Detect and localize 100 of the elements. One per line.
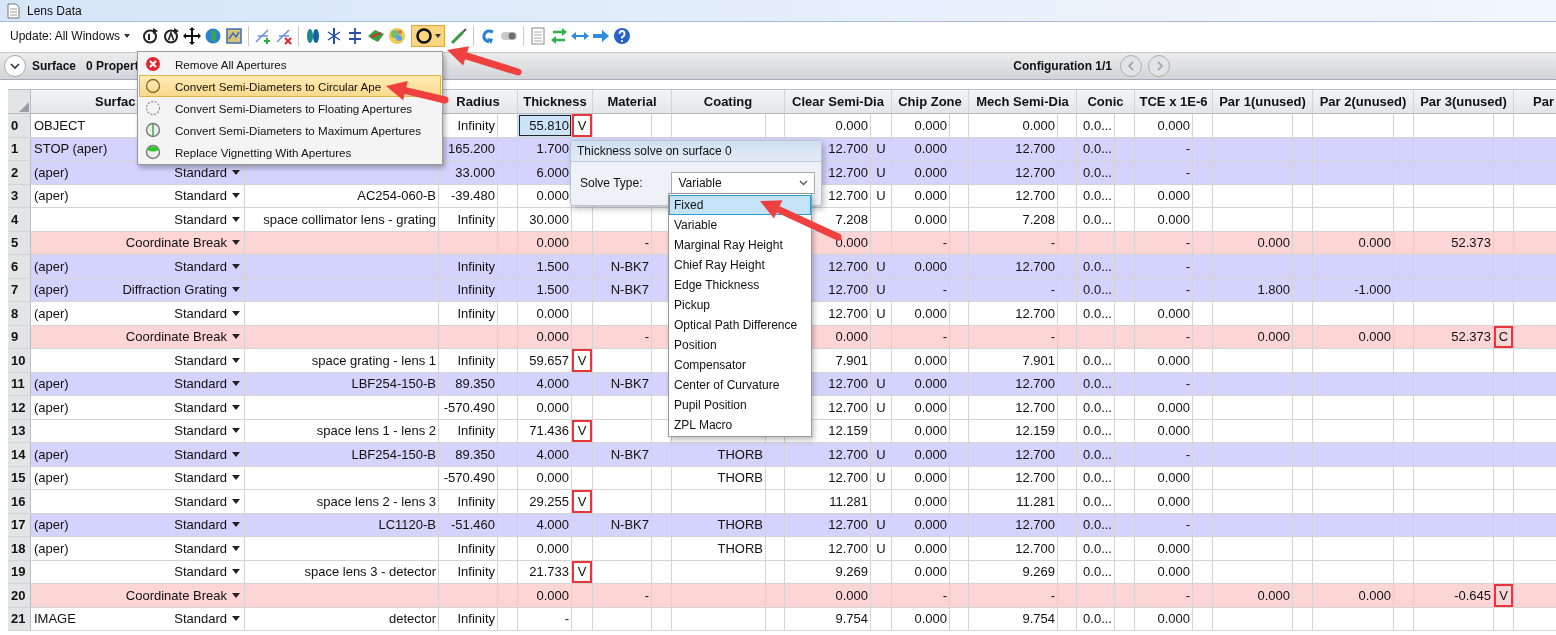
table-cell: Infinity <box>439 560 498 583</box>
configuration-label: Configuration 1/1 <box>1013 59 1112 73</box>
spot-diagram-icon[interactable] <box>388 27 407 45</box>
dashed-circle-icon <box>145 100 161 116</box>
surface-type-dropdown[interactable]: Standard <box>174 399 240 415</box>
column-header[interactable]: Par 1(unused) <box>1219 94 1306 109</box>
surface-type-dropdown[interactable]: Standard <box>174 423 240 439</box>
wand-icon[interactable] <box>450 27 469 45</box>
row-number: 13 <box>8 419 31 442</box>
solve-flag[interactable]: U <box>871 184 891 207</box>
column-header[interactable]: Coating <box>703 94 753 109</box>
surface-type-dropdown[interactable]: Coordinate Break <box>125 235 240 251</box>
help-icon[interactable] <box>613 27 632 45</box>
column-header[interactable]: Material <box>607 94 657 109</box>
surface-plot-icon[interactable] <box>367 27 386 45</box>
table-cell: LBF254-150-B <box>245 443 439 466</box>
table-cell: 1.500 <box>518 278 572 301</box>
solve-flag[interactable]: U <box>871 513 891 536</box>
column-header[interactable]: Clear Semi-Dia <box>792 94 884 109</box>
surface-type-dropdown[interactable]: Standard <box>174 188 240 204</box>
surface-type-dropdown[interactable]: Standard <box>174 211 240 227</box>
surface-label: (aper) <box>34 258 69 274</box>
table-cell: space collimator lens - grating <box>245 208 439 231</box>
surface-type-dropdown[interactable]: Standard <box>174 493 240 509</box>
column-header[interactable]: Chip Zone <box>898 94 962 109</box>
row-number: 21 <box>8 607 31 630</box>
table-cell: 29.255 <box>518 490 572 513</box>
column-header[interactable]: Thickness <box>523 94 587 109</box>
surface-type-dropdown[interactable]: Standard <box>174 376 240 392</box>
surface-type-dropdown[interactable]: Coordinate Break <box>125 329 240 345</box>
table-cell: 0.000 <box>518 537 572 560</box>
table-cell: Infinity <box>439 607 498 630</box>
caret-icon <box>232 216 240 222</box>
table-cell: N-BK7 <box>593 443 652 466</box>
surface-type-dropdown[interactable]: Standard <box>174 352 240 368</box>
table-cell: N-BK7 <box>593 255 652 278</box>
column-header[interactable]: Par 2(unused) <box>1319 94 1407 109</box>
table-cell: -0.645 <box>1414 584 1494 607</box>
solve-flag[interactable]: V <box>1494 584 1513 607</box>
column-header[interactable]: Mech Semi-Dia <box>976 94 1069 109</box>
column-header[interactable]: Par 3(unused) <box>1420 94 1507 109</box>
right-arrow-icon[interactable] <box>592 27 611 45</box>
solve-flag[interactable]: U <box>871 137 891 160</box>
table-cell: 12.700 <box>969 537 1058 560</box>
table-cell: 52.373 <box>1414 231 1494 254</box>
surface-type-dropdown[interactable]: Standard <box>174 540 240 556</box>
solve-flag[interactable]: V <box>572 490 592 513</box>
column-header[interactable]: Par <box>1533 94 1554 109</box>
dropdown-option[interactable]: Fixed <box>669 195 811 215</box>
column-header[interactable]: Radius <box>456 94 500 109</box>
delete-line-icon[interactable] <box>275 27 294 45</box>
collapse-button[interactable] <box>4 55 26 77</box>
row-number: 11 <box>8 372 31 395</box>
swap-arrows-icon[interactable] <box>550 27 569 45</box>
solve-flag[interactable]: U <box>871 443 891 466</box>
table-cell: 12.700 <box>969 302 1058 325</box>
chevron-down-icon <box>10 62 20 70</box>
solve-flag[interactable]: U <box>871 161 891 184</box>
move-icon[interactable] <box>183 27 202 45</box>
aperture-button[interactable] <box>411 25 446 47</box>
surface-type-dropdown[interactable]: Standard <box>174 470 240 486</box>
column-header[interactable]: Surfac <box>95 94 136 109</box>
menu-item[interactable]: Convert Semi-Diameters to Maximum Apertures <box>139 119 441 141</box>
solve-flag[interactable]: U <box>871 466 891 489</box>
menu-item[interactable]: Replace Vignetting With Apertures <box>139 141 441 163</box>
table-cell: 0.000 <box>518 584 572 607</box>
solve-flag[interactable]: U <box>871 302 891 325</box>
map-icon[interactable] <box>225 27 244 45</box>
table-cell: -51.460 <box>439 513 498 536</box>
surface-type-dropdown[interactable]: Standard <box>174 305 240 321</box>
surface-type-dropdown[interactable]: Diffraction Grating <box>122 282 240 298</box>
surface-type-dropdown[interactable]: Standard <box>174 517 240 533</box>
table-cell: 12.700 <box>785 443 871 466</box>
solve-flag[interactable]: U <box>871 278 891 301</box>
surface-type-dropdown[interactable]: Standard <box>174 611 240 627</box>
surface-type-dropdown[interactable]: Coordinate Break <box>125 587 240 603</box>
table-cell: 0.0... <box>1077 208 1115 231</box>
globe-icon[interactable] <box>204 27 223 45</box>
surface-type-dropdown[interactable]: Standard <box>174 446 240 462</box>
surface-type-dropdown[interactable]: Standard <box>174 564 240 580</box>
chevron-left-icon <box>1127 61 1135 71</box>
menu-item[interactable]: Convert Semi-Diameters to Circular Ape <box>139 75 441 97</box>
solve-flag[interactable]: U <box>871 372 891 395</box>
solve-flag[interactable]: U <box>871 537 891 560</box>
menu-item[interactable]: Convert Semi-Diameters to Floating Apertures <box>139 97 441 119</box>
solve-flag[interactable]: V <box>572 114 592 137</box>
update-dropdown[interactable]: Update: All Windows <box>10 29 135 43</box>
surface-type-dropdown[interactable]: Standard <box>174 258 240 274</box>
surface-label: (aper) <box>34 446 69 462</box>
column-header[interactable]: TCE x 1E-6 <box>1139 94 1208 109</box>
table-cell: 0.000 <box>892 513 950 536</box>
add-line-icon[interactable] <box>254 27 273 45</box>
table-cell: 0.000 <box>892 208 950 231</box>
solve-flag[interactable]: U <box>871 396 891 419</box>
column-header[interactable]: Conic <box>1087 94 1124 109</box>
solve-type-select[interactable]: Variable <box>671 172 816 194</box>
table-cell: 0.000 <box>518 466 572 489</box>
solve-flag[interactable]: U <box>871 255 891 278</box>
solve-flag[interactable]: V <box>572 349 592 372</box>
menu-item[interactable]: Remove All Apertures <box>139 53 441 75</box>
